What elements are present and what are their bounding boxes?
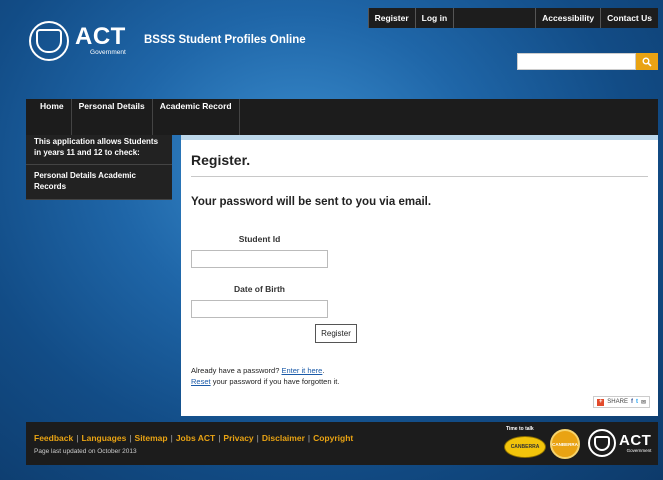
reset-link[interactable]: Reset	[191, 377, 211, 386]
register-button[interactable]: Register	[315, 324, 357, 343]
footer-links: Feedback | Languages | Sitemap | Jobs ACT | Priv…	[34, 433, 354, 443]
top-links: Register Log in Accessibility Contact Us	[367, 8, 658, 28]
already-text: Already have a password?	[191, 366, 280, 375]
footer-link-sitemap[interactable]: Sitemap	[135, 433, 168, 443]
contact-us-link[interactable]: Contact Us	[600, 8, 658, 28]
footer-link-feedback[interactable]: Feedback	[34, 433, 73, 443]
search-button[interactable]	[636, 53, 658, 70]
logo-text: ACT Government	[75, 25, 126, 57]
twitter-icon[interactable]: t	[636, 399, 638, 405]
accessibility-link[interactable]: Accessibility	[535, 8, 600, 28]
footer-link-jobs-act[interactable]: Jobs ACT	[176, 433, 215, 443]
date-of-birth-field[interactable]	[191, 300, 328, 318]
page-last-updated: Page last updated on October 2013	[34, 448, 137, 455]
footer-link-disclaimer[interactable]: Disclaimer	[262, 433, 305, 443]
sidebar-item-personal-details-academic-records[interactable]: Personal Details Academic Records	[26, 165, 172, 200]
main-nav: Home Personal Details Academic Record	[26, 99, 658, 135]
footer-act-government-logo[interactable]: ACT Government	[588, 429, 651, 457]
site-title: BSSS Student Profiles Online	[144, 34, 306, 46]
student-id-field[interactable]	[191, 250, 328, 268]
student-id-label: Student Id	[238, 234, 281, 244]
login-link[interactable]: Log in	[414, 8, 454, 28]
sidebar: This application allows Students in year…	[26, 135, 172, 200]
search-box	[517, 53, 658, 70]
footer-link-privacy[interactable]: Privacy	[223, 433, 253, 443]
share-widget[interactable]: + SHARE f t ✉	[593, 396, 650, 408]
footer: Feedback | Languages | Sitemap | Jobs ACT | Priv…	[26, 422, 658, 465]
sidebar-intro: This application allows Students in year…	[26, 135, 172, 165]
facebook-icon[interactable]: f	[631, 399, 633, 405]
time-to-talk-logo[interactable]: CANBERRA	[504, 436, 546, 458]
logo-act-text: ACT	[75, 23, 126, 51]
nav-academic-record[interactable]: Academic Record	[153, 99, 240, 135]
main-content: Register. Your password will be sent to …	[181, 135, 658, 416]
footer-link-languages[interactable]: Languages	[81, 433, 126, 443]
page: Register Log in Accessibility Contact Us…	[26, 8, 658, 473]
logo-government-text: Government	[90, 49, 126, 57]
reset-text: your password if you have forgotten it.	[212, 377, 340, 386]
date-of-birth-label: Date of Birth	[234, 284, 285, 294]
nav-personal-details[interactable]: Personal Details	[72, 99, 153, 135]
email-icon[interactable]: ✉	[641, 399, 646, 406]
footer-logo-text: ACT Government	[619, 433, 651, 454]
search-input[interactable]	[517, 53, 636, 70]
time-to-talk-text: Time to talk	[506, 426, 534, 432]
canberra-badge-logo[interactable]: CANBERRA	[550, 429, 580, 459]
share-plus-icon: +	[597, 398, 605, 406]
footer-link-copyright[interactable]: Copyright	[313, 433, 353, 443]
top-links-spacer	[453, 8, 536, 28]
act-government-logo[interactable]: ACT Government	[29, 21, 126, 61]
search-icon	[642, 57, 652, 67]
page-subtitle: Your password will be sent to you via em…	[191, 196, 432, 208]
account-links: Already have a password? Enter it here. …	[191, 365, 648, 387]
already-have-password-line: Already have a password? Enter it here.	[191, 366, 325, 375]
page-title: Register.	[191, 152, 648, 177]
register-link[interactable]: Register	[367, 8, 415, 28]
footer-act-crest-icon	[588, 429, 616, 457]
footer-logo-government-text: Government	[626, 447, 652, 453]
nav-home[interactable]: Home	[26, 99, 72, 135]
enter-it-here-link[interactable]: Enter it here	[281, 366, 322, 375]
act-crest-icon	[29, 21, 69, 61]
share-label: SHARE	[607, 399, 628, 405]
footer-logo-act-text: ACT	[619, 431, 652, 449]
reset-password-line: Reset your password if you have forgotte…	[191, 376, 648, 387]
